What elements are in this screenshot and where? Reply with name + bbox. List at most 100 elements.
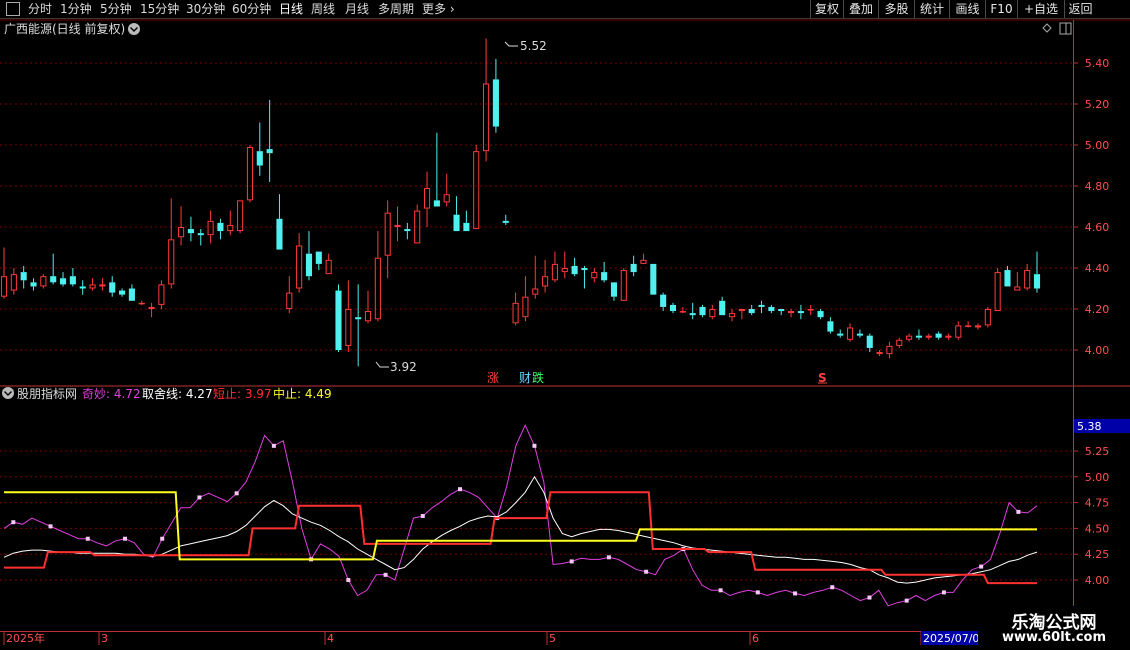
candle-body: [620, 270, 627, 301]
indicator-tick-label: 5.25: [1085, 445, 1110, 458]
candle-body: [305, 253, 313, 277]
candle-body: [404, 229, 411, 232]
candle: [69, 268, 76, 287]
candle: [266, 99, 273, 182]
candle: [256, 122, 263, 176]
candle-body: [906, 335, 913, 340]
candle: [620, 268, 627, 301]
candle-body: [266, 149, 273, 154]
candle-body: [296, 245, 303, 289]
candle-body: [925, 335, 932, 338]
candle-body: [709, 309, 716, 318]
candle-body: [473, 151, 480, 230]
indicator-line-0: [3, 423, 1038, 607]
candle-body: [689, 313, 696, 316]
candle-body: [758, 304, 765, 307]
indicator-marker: [346, 578, 351, 582]
candle: [797, 304, 804, 320]
candle-body: [394, 224, 401, 227]
indicator-legend-item: 奇妙: 4.72: [82, 387, 141, 401]
candle: [660, 292, 667, 312]
date-label: 4: [327, 632, 334, 645]
candle-body: [1024, 270, 1031, 289]
candle: [502, 214, 509, 225]
candle: [689, 302, 696, 320]
candle: [217, 218, 224, 240]
candle: [492, 58, 499, 133]
indicator-grid: [0, 450, 1073, 581]
candle-body: [807, 309, 814, 311]
indicator-tick-label: 4.75: [1085, 497, 1110, 510]
candle: [119, 288, 126, 297]
candle: [404, 222, 411, 240]
candle-body: [797, 311, 804, 314]
candle: [866, 333, 873, 353]
candle-body: [227, 224, 234, 232]
candle: [423, 171, 431, 227]
candle-body: [522, 296, 529, 318]
candle: [669, 302, 677, 314]
candle-body: [1014, 286, 1021, 291]
candle-body: [433, 200, 440, 207]
candle-body: [207, 220, 214, 236]
candle: [59, 272, 67, 287]
date-axis: 2025年 3 4 5 6 2025/07/0: [3, 631, 979, 645]
candle: [1014, 272, 1021, 291]
candle-body: [364, 311, 372, 322]
candle: [837, 329, 844, 338]
candle-body: [69, 276, 76, 285]
indicator-marker: [160, 536, 165, 541]
candle-body: [492, 79, 499, 127]
die-badge[interactable]: 跌: [532, 370, 544, 385]
axes: 5.40 5.20 5.00 4.80 4.60 4.40 4.20 4.00 5.25 5.00…: [1073, 57, 1109, 587]
candle-body: [325, 259, 332, 275]
candle: [551, 251, 558, 283]
diamond-icon[interactable]: [1042, 23, 1052, 33]
candle: [768, 304, 775, 314]
indicator-marker: [941, 590, 946, 595]
candle: [571, 257, 578, 277]
price-tick-label: 4.60: [1085, 221, 1110, 234]
candle: [286, 276, 293, 314]
high-marker: [504, 41, 518, 47]
cai-badge[interactable]: 财: [519, 371, 531, 385]
candle-body: [974, 325, 982, 328]
candle-body: [0, 276, 8, 297]
candle-body: [630, 263, 637, 273]
candle-body: [532, 288, 539, 295]
candle: [778, 309, 785, 316]
indicator-menu-icon[interactable]: [2, 387, 14, 399]
candle-body: [119, 290, 126, 295]
candle-body: [876, 352, 883, 355]
candle-body: [817, 311, 824, 318]
indicator-marker: [197, 495, 202, 500]
zhang-badge[interactable]: 涨: [487, 370, 499, 385]
indicator-legend-item: 中止: 4.49: [273, 386, 332, 401]
candle: [955, 321, 962, 340]
candle-body: [591, 272, 598, 279]
indicator-tick-label: 4.25: [1085, 548, 1110, 561]
candle-body: [20, 272, 27, 281]
indicator-marker: [718, 588, 723, 593]
current-value: 5.38: [1077, 420, 1102, 433]
candle-body: [178, 227, 185, 238]
candle: [384, 200, 391, 279]
candle: [728, 309, 736, 322]
candle-body: [79, 286, 86, 289]
candle: [99, 278, 106, 291]
indicator-tick-label: 4.00: [1085, 574, 1110, 587]
candle-body: [168, 239, 175, 285]
indicator-marker: [48, 524, 53, 529]
candle: [679, 306, 686, 314]
stock-menu-icon[interactable]: [128, 23, 140, 35]
candle-body: [955, 325, 962, 338]
candle-body: [355, 317, 362, 320]
low-marker: [375, 361, 389, 368]
candle: [542, 259, 549, 293]
candle: [532, 255, 539, 299]
candle: [610, 282, 618, 301]
candle: [630, 255, 637, 277]
candle-body: [50, 276, 57, 283]
candle: [640, 253, 647, 264]
candle: [296, 233, 303, 293]
